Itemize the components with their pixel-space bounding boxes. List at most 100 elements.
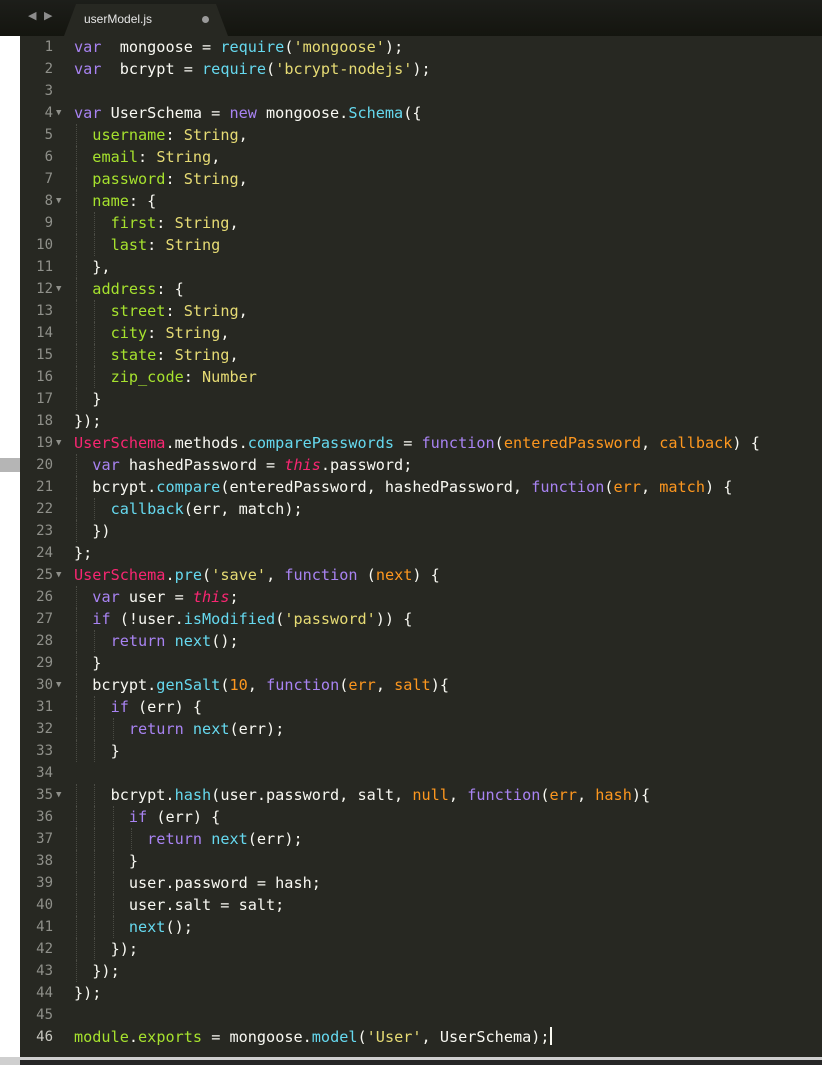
line-number: 43 xyxy=(36,963,53,979)
line-number: 36 xyxy=(36,809,53,825)
code-token: ( xyxy=(266,60,276,78)
code-line[interactable]: return next(); xyxy=(74,630,239,652)
code-line[interactable]: next(); xyxy=(74,916,193,938)
indent-guide xyxy=(94,916,96,938)
line-number: 19 xyxy=(36,435,53,451)
code-line[interactable]: name: { xyxy=(74,190,156,212)
indent-guide xyxy=(76,146,78,168)
code-token: 'save' xyxy=(211,566,267,584)
pane-splitter-handle[interactable] xyxy=(0,458,20,472)
code-line[interactable]: bcrypt.compare(enteredPassword, hashedPa… xyxy=(74,476,732,498)
fold-arrow-icon[interactable]: ▼ xyxy=(56,190,61,212)
code-token: (err, match); xyxy=(183,500,303,518)
indent-guide xyxy=(94,872,96,894)
line-number: 25 xyxy=(36,567,53,583)
code-line[interactable]: UserSchema.methods.comparePasswords = fu… xyxy=(74,432,760,454)
code-line[interactable]: }); xyxy=(74,960,120,982)
code-line[interactable]: if (err) { xyxy=(74,806,220,828)
indent-guide xyxy=(76,234,78,256)
code-line[interactable]: }; xyxy=(74,542,92,564)
code-line[interactable]: }, xyxy=(74,256,111,278)
code-line[interactable]: if (err) { xyxy=(74,696,202,718)
code-line[interactable]: last: String xyxy=(74,234,220,256)
code-token: if xyxy=(110,698,129,716)
code-line[interactable]: password: String, xyxy=(74,168,248,190)
code-line[interactable]: UserSchema.pre('save', function (next) { xyxy=(74,564,440,586)
code-line[interactable]: return next(err); xyxy=(74,718,284,740)
code-token: if xyxy=(92,610,111,628)
code-token: password xyxy=(92,170,166,188)
indent-guide xyxy=(94,850,96,872)
code-line[interactable]: } xyxy=(74,388,101,410)
code-line[interactable]: }) xyxy=(74,520,111,542)
line-number: 8 xyxy=(44,193,53,209)
code-line[interactable]: user.salt = salt; xyxy=(74,894,284,916)
code-line[interactable]: email: String, xyxy=(74,146,220,168)
code-token: ){ xyxy=(631,786,651,804)
code-line[interactable]: var user = this; xyxy=(74,586,239,608)
code-token: String xyxy=(174,214,230,232)
code-line[interactable]: if (!user.isModified('password')) { xyxy=(74,608,412,630)
indent-guide xyxy=(76,652,78,674)
code-line[interactable]: }); xyxy=(74,938,138,960)
code-token: (); xyxy=(165,918,193,936)
code-line[interactable]: city: String, xyxy=(74,322,229,344)
code-editor[interactable]: 1 2 3 4 ▼ 5 6 7 8 ▼ 9 10 11 12 ▼ 13 14 15 16 17 18 19 ▼ 20 21 22 2… xyxy=(20,36,822,1057)
fold-arrow-icon[interactable]: ▼ xyxy=(56,564,61,586)
code-line[interactable]: zip_code: Number xyxy=(74,366,257,388)
fold-arrow-icon[interactable]: ▼ xyxy=(56,674,61,696)
code-line[interactable]: address: { xyxy=(74,278,184,300)
fold-arrow-icon[interactable]: ▼ xyxy=(56,432,61,454)
fold-arrow-icon[interactable]: ▼ xyxy=(56,784,61,806)
indent-guide xyxy=(94,300,96,322)
code-token: 'password' xyxy=(284,610,376,628)
code-line[interactable]: var bcrypt = require('bcrypt-nodejs'); xyxy=(74,58,431,80)
back-arrow-icon[interactable]: ◀ xyxy=(28,9,36,22)
code-area[interactable]: var mongoose = require('mongoose'); var b… xyxy=(74,36,822,1057)
code-token: var xyxy=(74,60,102,78)
code-line[interactable]: var UserSchema = new mongoose.Schema({ xyxy=(74,102,422,124)
fold-arrow-icon[interactable]: ▼ xyxy=(56,102,61,124)
code-line[interactable]: } xyxy=(74,850,138,872)
code-line[interactable]: user.password = hash; xyxy=(74,872,321,894)
code-line[interactable]: first: String, xyxy=(74,212,239,234)
code-line[interactable]: bcrypt.genSalt(10, function(err, salt){ xyxy=(74,674,449,696)
scrollbar-thumb[interactable] xyxy=(20,1060,822,1065)
code-line[interactable]: } xyxy=(74,652,101,674)
code-line[interactable]: }); xyxy=(74,410,101,432)
tab-usermodel[interactable]: userModel.js xyxy=(64,4,228,36)
code-line[interactable]: var mongoose = require('mongoose'); xyxy=(74,36,403,58)
code-line[interactable]: return next(err); xyxy=(74,828,303,850)
code-token: }); xyxy=(74,412,102,430)
code-line[interactable]: username: String, xyxy=(74,124,248,146)
line-number: 35 xyxy=(36,787,53,803)
code-line[interactable]: }); xyxy=(74,982,101,1004)
fold-arrow-icon[interactable]: ▼ xyxy=(56,278,61,300)
forward-arrow-icon[interactable]: ▶ xyxy=(44,9,52,22)
line-number: 26 xyxy=(36,589,53,605)
unsaved-dot-icon[interactable] xyxy=(202,16,209,23)
code-line[interactable]: module.exports = mongoose.model('User', … xyxy=(74,1026,552,1048)
code-token: 'mongoose' xyxy=(293,38,385,56)
code-token: err xyxy=(549,786,577,804)
code-token: ) { xyxy=(412,566,440,584)
code-token: , xyxy=(238,302,248,320)
code-token: require xyxy=(220,38,285,56)
code-line[interactable]: bcrypt.hash(user.password, salt, null, f… xyxy=(74,784,650,806)
code-token: String xyxy=(183,302,239,320)
horizontal-scrollbar[interactable] xyxy=(0,1057,822,1065)
line-number: 13 xyxy=(36,303,53,319)
code-line[interactable]: var hashedPassword = this.password; xyxy=(74,454,412,476)
code-token: var xyxy=(74,38,102,56)
code-token: , UserSchema); xyxy=(421,1028,550,1046)
code-line[interactable]: state: String, xyxy=(74,344,239,366)
code-line[interactable]: street: String, xyxy=(74,300,248,322)
code-line[interactable]: } xyxy=(74,740,120,762)
code-line[interactable]: callback(err, match); xyxy=(74,498,303,520)
line-number: 28 xyxy=(36,633,53,649)
